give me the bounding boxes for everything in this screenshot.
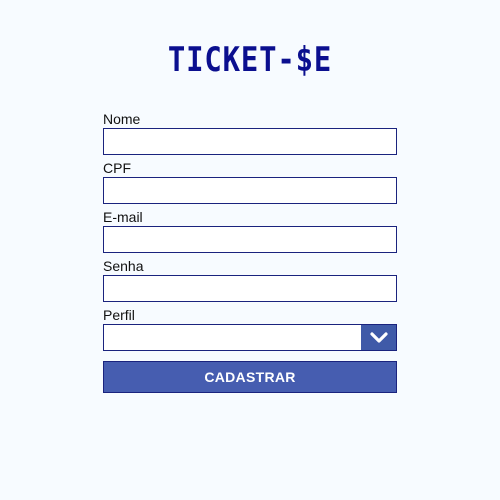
register-form: Nome CPF E-mail Senha Perfil CADASTRAR bbox=[103, 111, 397, 393]
cpf-input[interactable] bbox=[103, 177, 397, 204]
profile-dropdown-toggle[interactable] bbox=[361, 325, 396, 350]
profile-select[interactable] bbox=[103, 324, 397, 351]
email-field-group: E-mail bbox=[103, 209, 397, 253]
password-field-group: Senha bbox=[103, 258, 397, 302]
name-input[interactable] bbox=[103, 128, 397, 155]
password-input[interactable] bbox=[103, 275, 397, 302]
profile-field-group: Perfil bbox=[103, 307, 397, 351]
name-label: Nome bbox=[103, 111, 141, 127]
email-input[interactable] bbox=[103, 226, 397, 253]
app-logo: TICKET-$E bbox=[167, 40, 333, 80]
password-label: Senha bbox=[103, 258, 144, 274]
register-page: TICKET-$E Nome CPF E-mail Senha Perfil C… bbox=[0, 0, 500, 500]
profile-label: Perfil bbox=[103, 307, 135, 323]
register-button[interactable]: CADASTRAR bbox=[103, 361, 397, 393]
name-field-group: Nome bbox=[103, 111, 397, 155]
cpf-field-group: CPF bbox=[103, 160, 397, 204]
chevron-down-icon bbox=[369, 331, 388, 343]
email-label: E-mail bbox=[103, 209, 143, 225]
cpf-label: CPF bbox=[103, 160, 131, 176]
